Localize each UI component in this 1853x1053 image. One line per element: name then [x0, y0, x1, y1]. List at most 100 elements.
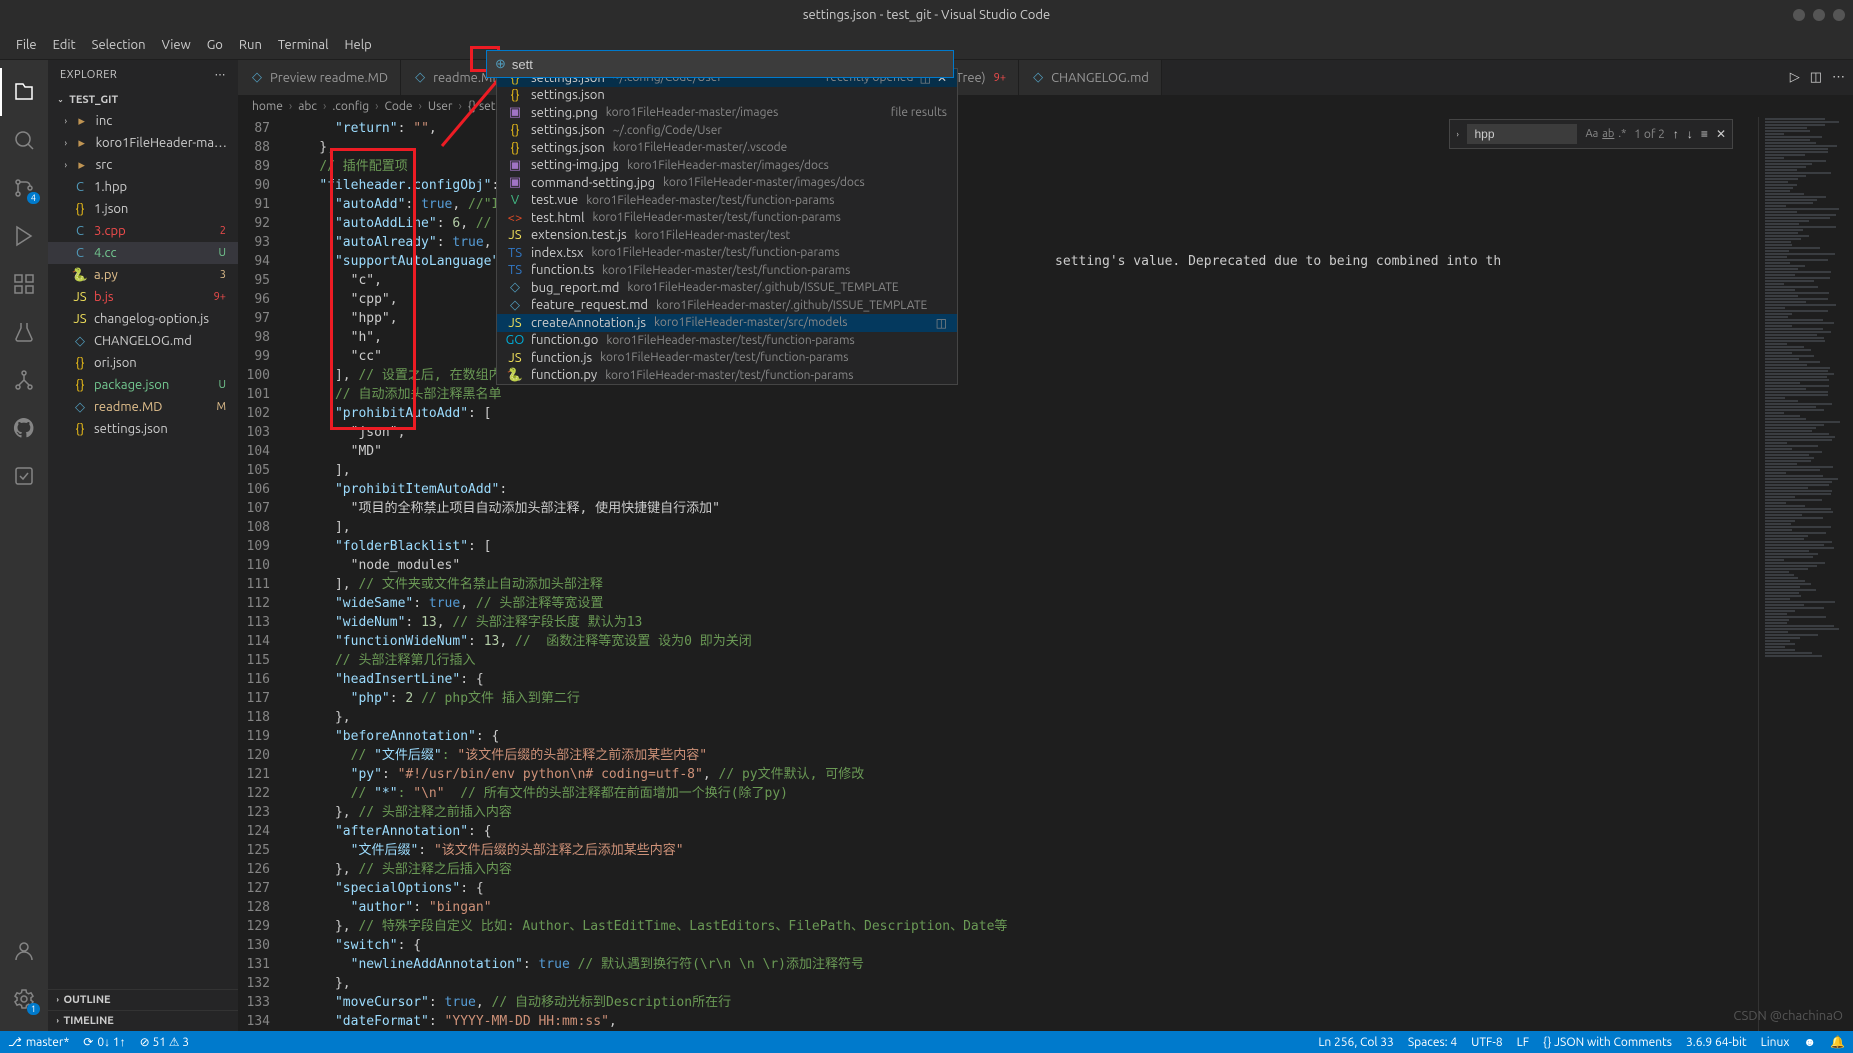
timeline-section[interactable]: ›TIMELINE — [48, 1010, 238, 1031]
quickopen-row[interactable]: {}settings.json — [497, 87, 957, 105]
chevron-right-icon[interactable]: › — [1457, 129, 1459, 138]
explorer-icon[interactable] — [0, 68, 48, 116]
bell-icon[interactable]: 🔔 — [1830, 1035, 1845, 1049]
split-icon[interactable]: ◫ — [936, 316, 947, 330]
quickopen-row[interactable]: ▣setting-img.jpgkoro1FileHeader-master/i… — [497, 157, 957, 175]
close-icon[interactable] — [1833, 9, 1845, 21]
window-controls[interactable] — [1793, 9, 1845, 21]
accounts-icon[interactable] — [0, 927, 48, 975]
minimap[interactable] — [1758, 117, 1853, 1031]
quickopen-list[interactable]: {}settings.json~/.config/Code/Userrecent… — [496, 68, 958, 385]
project-header[interactable]: ⌄ TEST_GIT — [48, 89, 238, 110]
tree-item[interactable]: JS changelog-option.js — [48, 308, 238, 330]
search-icon[interactable] — [0, 116, 48, 164]
debug-icon[interactable] — [0, 212, 48, 260]
next-match-icon[interactable]: ↓ — [1687, 127, 1693, 141]
menu-run[interactable]: Run — [231, 38, 270, 52]
quickopen-row[interactable]: TSfunction.tskoro1FileHeader-master/test… — [497, 262, 957, 280]
close-find-icon[interactable]: ✕ — [1716, 127, 1726, 141]
settings-icon[interactable]: 1 — [0, 975, 48, 1023]
more-icon[interactable]: ⋯ — [1832, 70, 1845, 85]
indent-item[interactable]: Spaces: 4 — [1408, 1036, 1457, 1049]
quickopen-input[interactable]: ⊕ — [486, 50, 954, 78]
tree-item[interactable]: {}settings.json — [48, 418, 238, 440]
menu-selection[interactable]: Selection — [84, 38, 154, 52]
quickopen-row[interactable]: ▣setting.pngkoro1FileHeader-master/image… — [497, 104, 957, 122]
quickopen-name: test.html — [531, 211, 585, 225]
tree-item[interactable]: ›▸inc — [48, 110, 238, 132]
quickopen-row[interactable]: <>test.htmlkoro1FileHeader-master/test/f… — [497, 209, 957, 227]
tree-item[interactable]: ◇readme.MDM — [48, 396, 238, 418]
run-icon[interactable]: ▷ — [1790, 70, 1800, 85]
tree-item[interactable]: {}package.jsonU — [48, 374, 238, 396]
os-item[interactable]: Linux — [1761, 1036, 1790, 1049]
quickopen-row[interactable]: TSindex.tsxkoro1FileHeader-master/test/f… — [497, 244, 957, 262]
language-item[interactable]: {} JSON with Comments — [1543, 1036, 1672, 1049]
quickopen-row[interactable]: 🐍function.pykoro1FileHeader-master/test/… — [497, 367, 957, 385]
todo-icon[interactable] — [0, 452, 48, 500]
tree-item[interactable]: C3.cpp2 — [48, 220, 238, 242]
find-input[interactable] — [1467, 124, 1577, 144]
test-icon[interactable] — [0, 308, 48, 356]
quickopen-row[interactable]: JSextension.test.jskoro1FileHeader-maste… — [497, 227, 957, 245]
tree-item[interactable]: {}1.json — [48, 198, 238, 220]
quickopen-row[interactable]: GOfunction.gokoro1FileHeader-master/test… — [497, 332, 957, 350]
extensions-icon[interactable] — [0, 260, 48, 308]
cursor-pos[interactable]: Ln 256, Col 33 — [1318, 1036, 1394, 1049]
match-case-icon[interactable]: Aa — [1585, 128, 1598, 140]
git-status: M — [216, 401, 230, 413]
source-control-icon[interactable]: 4 — [0, 164, 48, 212]
prev-match-icon[interactable]: ↑ — [1673, 127, 1679, 141]
tree-item[interactable]: ◇CHANGELOG.md — [48, 330, 238, 352]
quickopen-row[interactable]: ▣command-setting.jpgkoro1FileHeader-mast… — [497, 174, 957, 192]
quickopen-row[interactable]: JSfunction.jskoro1FileHeader-master/test… — [497, 349, 957, 367]
md-icon: ◇ — [72, 334, 88, 349]
tree-item-label: 3.cpp — [94, 224, 214, 238]
maximize-icon[interactable] — [1813, 9, 1825, 21]
problems-item[interactable]: ⊘ 51 ⚠ 3 — [140, 1035, 189, 1049]
menu-file[interactable]: File — [8, 38, 45, 52]
tree-item[interactable]: JSb.js9+ — [48, 286, 238, 308]
git-graph-icon[interactable] — [0, 356, 48, 404]
quickopen-row[interactable]: {}settings.jsonkoro1FileHeader-master/.v… — [497, 139, 957, 157]
sync-item[interactable]: ⟳ 0↓ 1↑ — [83, 1035, 125, 1049]
quickopen-path: koro1FileHeader-master/test/function-par… — [586, 194, 834, 207]
minimize-icon[interactable] — [1793, 9, 1805, 21]
line-gutter: 8788899091929394959697989910010110210310… — [238, 117, 288, 1031]
find-widget[interactable]: › Aa ab .* 1 of 2 ↑ ↓ ≡ ✕ — [1449, 119, 1733, 149]
quickopen-row[interactable]: JScreateAnnotation.jskoro1FileHeader-mas… — [497, 314, 957, 332]
eol-item[interactable]: LF — [1517, 1036, 1529, 1049]
quickopen-row[interactable]: ◇bug_report.mdkoro1FileHeader-master/.gi… — [497, 279, 957, 297]
js-icon: JS — [72, 312, 88, 326]
github-icon[interactable] — [0, 404, 48, 452]
more-icon[interactable]: ⋯ — [215, 68, 227, 81]
feedback-icon[interactable]: ☻ — [1803, 1035, 1816, 1049]
menu-go[interactable]: Go — [199, 38, 231, 52]
editor-tab[interactable]: ◇CHANGELOG.md — [1019, 60, 1162, 95]
split-icon[interactable]: ◫ — [1810, 70, 1822, 85]
tree-item[interactable]: {}ori.json — [48, 352, 238, 374]
editor-tab[interactable]: ◇Preview readme.MD — [238, 60, 401, 95]
outline-section[interactable]: ›OUTLINE — [48, 989, 238, 1010]
tree-item[interactable]: C4.ccU — [48, 242, 238, 264]
python-version[interactable]: 3.6.9 64-bit — [1686, 1036, 1747, 1049]
menu-edit[interactable]: Edit — [45, 38, 84, 52]
encoding-item[interactable]: UTF-8 — [1471, 1036, 1502, 1049]
tree-item[interactable]: C1.hpp — [48, 176, 238, 198]
tree-item[interactable]: 🐍a.py3 — [48, 264, 238, 286]
tree-item[interactable]: ›▸src — [48, 154, 238, 176]
branch-item[interactable]: ⎇ master* — [8, 1035, 69, 1049]
quickopen-row[interactable]: Vtest.vuekoro1FileHeader-master/test/fun… — [497, 192, 957, 210]
menu-help[interactable]: Help — [336, 38, 379, 52]
menu-terminal[interactable]: Terminal — [270, 38, 337, 52]
regex-icon[interactable]: .* — [1618, 128, 1626, 140]
menu-view[interactable]: View — [154, 38, 199, 52]
find-in-selection-icon[interactable]: ≡ — [1701, 127, 1708, 141]
tree-item[interactable]: ›▸koro1FileHeader-master — [48, 132, 238, 154]
quickopen-row[interactable]: {}settings.json~/.config/Code/User — [497, 122, 957, 140]
cpp-icon: C — [72, 224, 88, 238]
breadcrumb[interactable]: home› abc› .config› Code› User› {} setti… — [238, 95, 1853, 117]
match-word-icon[interactable]: ab — [1602, 128, 1614, 140]
quickopen-row[interactable]: ◇feature_request.mdkoro1FileHeader-maste… — [497, 297, 957, 315]
tree-item-label: changelog-option.js — [94, 312, 230, 326]
